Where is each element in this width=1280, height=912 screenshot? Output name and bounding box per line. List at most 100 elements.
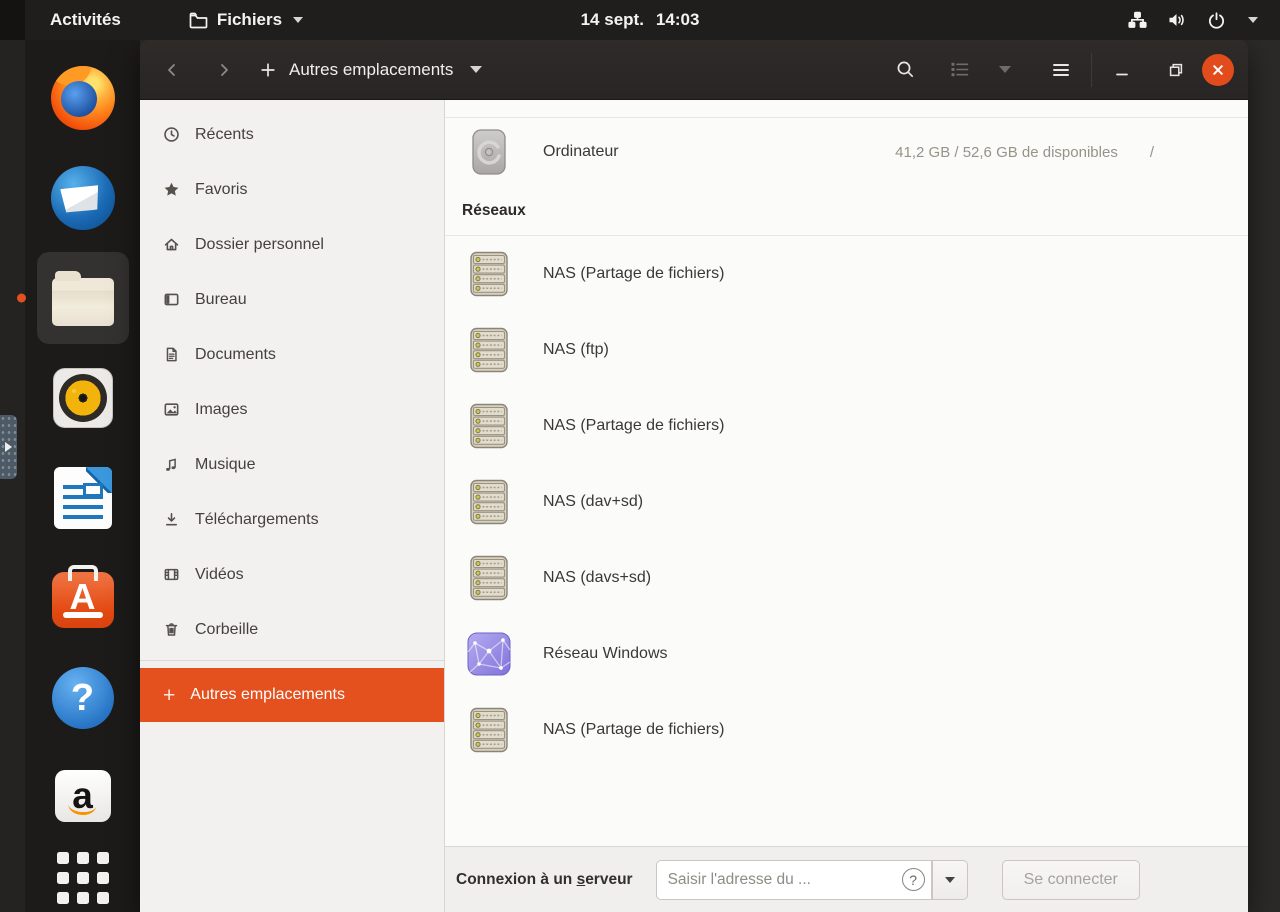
app-menu-label: Fichiers	[217, 10, 282, 30]
network-row[interactable]: NAS (Partage de fichiers)	[445, 236, 1248, 312]
sidebar-item-trash[interactable]: Corbeille	[140, 602, 444, 657]
sidebar-item-documents[interactable]: Documents	[140, 327, 444, 382]
plus-icon: +	[163, 685, 175, 706]
home-icon	[163, 236, 180, 253]
view-options-button[interactable]	[985, 50, 1025, 90]
dock-item-rhythmbox[interactable]	[51, 366, 115, 430]
star-icon	[163, 181, 180, 198]
sidebar-item-videos[interactable]: Vidéos	[140, 547, 444, 602]
network-row[interactable]: NAS (dav+sd)	[445, 464, 1248, 540]
dock-item-firefox[interactable]	[51, 66, 115, 130]
network-label: NAS (Partage de fichiers)	[543, 265, 724, 283]
sidebar-item-pictures[interactable]: Images	[140, 382, 444, 437]
sidebar-item-label: Vidéos	[195, 566, 244, 584]
restore-button[interactable]	[1156, 50, 1196, 90]
server-address-group: ?	[656, 860, 968, 900]
sidebar-item-starred[interactable]: Favoris	[140, 162, 444, 217]
server-icon	[465, 554, 513, 602]
dock-item-help[interactable]: ?	[51, 666, 115, 730]
running-indicator-dot	[17, 294, 26, 303]
computer-row[interactable]: Ordinateur 41,2 GB / 52,6 GB de disponib…	[445, 118, 1248, 186]
server-icon	[465, 478, 513, 526]
dock-item-libreoffice-writer[interactable]	[51, 466, 115, 530]
network-row[interactable]: NAS (Partage de fichiers)	[445, 692, 1248, 768]
activities-button[interactable]: Activités	[50, 10, 121, 30]
network-label: NAS (davs+sd)	[543, 569, 651, 587]
recent-icon	[163, 126, 180, 143]
sidebar-item-label: Images	[195, 401, 247, 419]
minimize-button[interactable]	[1102, 50, 1142, 90]
sidebar-item-label: Bureau	[195, 291, 247, 309]
address-help-button[interactable]: ?	[896, 860, 932, 900]
search-button[interactable]	[885, 50, 925, 90]
power-icon	[1207, 11, 1226, 30]
network-icon	[1128, 11, 1147, 29]
label-suffix: erveur	[585, 871, 632, 888]
location-button[interactable]: Autres emplacements	[260, 60, 482, 80]
music-icon	[163, 456, 180, 473]
drawer-handle[interactable]	[0, 415, 17, 479]
clock-date: 14 sept.	[581, 10, 644, 30]
sidebar-item-label: Autres emplacements	[190, 686, 345, 704]
desktop-icon	[163, 291, 180, 308]
app-grid-icon	[57, 852, 109, 904]
computer-label: Ordinateur	[543, 143, 619, 161]
network-row[interactable]: Réseau Windows	[445, 616, 1248, 692]
sidebar-item-desktop[interactable]: Bureau	[140, 272, 444, 327]
amazon-letter: a	[72, 775, 93, 817]
network-label: NAS (Partage de fichiers)	[543, 417, 724, 435]
label-mnemonic: s	[577, 871, 586, 888]
network-row[interactable]: NAS (ftp)	[445, 312, 1248, 388]
image-icon	[163, 401, 180, 418]
dock: A ? a	[25, 40, 140, 912]
sidebar-item-label: Récents	[195, 126, 254, 144]
sidebar-item-other-locations[interactable]: + Autres emplacements	[140, 668, 444, 722]
headerbar-actions	[885, 50, 1248, 90]
sidebar-item-music[interactable]: Musique	[140, 437, 444, 492]
help-circle-icon: ?	[902, 868, 925, 891]
connect-server-label: Connexion à un serveur	[456, 871, 633, 889]
recent-servers-dropdown[interactable]	[932, 860, 968, 900]
image-placeholder	[83, 483, 103, 497]
sidebar-item-label: Dossier personnel	[195, 236, 324, 254]
help-icon: ?	[52, 667, 114, 729]
gnome-top-bar: Activités Fichiers 14 sept. 14:03	[0, 0, 1280, 40]
app-menu-button[interactable]: Fichiers	[189, 10, 303, 30]
forward-button[interactable]	[204, 50, 244, 90]
document-icon	[163, 346, 180, 363]
dock-item-files[interactable]	[37, 252, 129, 344]
network-row[interactable]: NAS (Partage de fichiers)	[445, 388, 1248, 464]
menu-button[interactable]	[1041, 50, 1081, 90]
dock-item-amazon[interactable]: a	[51, 766, 115, 830]
window-body: Récents Favoris Dossier personnel Bureau…	[140, 100, 1248, 912]
sidebar-item-downloads[interactable]: Téléchargements	[140, 492, 444, 547]
server-address-input[interactable]	[656, 860, 896, 900]
sidebar-item-label: Favoris	[195, 181, 247, 199]
sidebar-item-recents[interactable]: Récents	[140, 107, 444, 162]
connect-button[interactable]: Se connecter	[1002, 860, 1140, 900]
label-prefix: Connexion à un	[456, 871, 577, 888]
sidebar-item-label: Musique	[195, 456, 255, 474]
ubuntu-software-icon: A	[52, 572, 114, 628]
mount-point: /	[1150, 144, 1154, 161]
firefox-icon	[51, 66, 115, 130]
close-button[interactable]	[1202, 54, 1234, 86]
windows-network-icon	[465, 630, 513, 678]
sidebar-item-home[interactable]: Dossier personnel	[140, 217, 444, 272]
sidebar: Récents Favoris Dossier personnel Bureau…	[140, 100, 445, 912]
back-button[interactable]	[152, 50, 192, 90]
list-view-button[interactable]	[939, 50, 979, 90]
files-window: Autres emplacements	[140, 40, 1248, 912]
sidebar-item-label: Documents	[195, 346, 276, 364]
chevron-down-icon	[293, 17, 303, 23]
network-row[interactable]: NAS (davs+sd)	[445, 540, 1248, 616]
location-chevron-icon	[470, 66, 482, 73]
dock-item-thunderbird[interactable]	[51, 166, 115, 230]
dock-item-app-grid[interactable]	[51, 848, 115, 912]
volume-icon	[1167, 11, 1187, 29]
hard-disk-icon	[465, 128, 513, 176]
connect-server-bar: Connexion à un serveur ? Se connecter	[445, 846, 1248, 912]
system-status-area[interactable]	[1128, 0, 1258, 40]
clock-button[interactable]: 14 sept. 14:03	[581, 10, 700, 30]
dock-item-ubuntu-software[interactable]: A	[51, 566, 115, 630]
